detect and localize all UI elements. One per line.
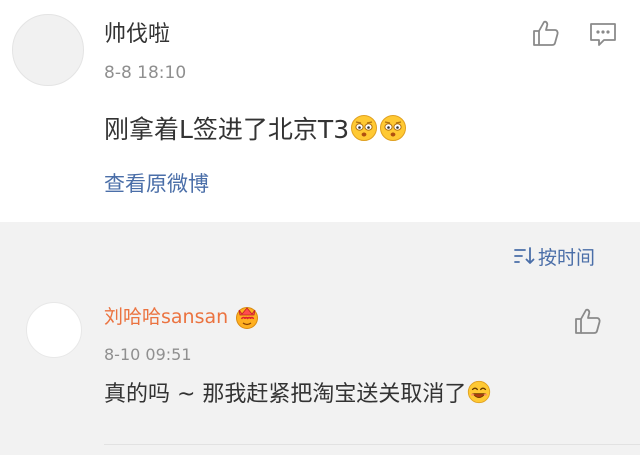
- laughing-face-icon: [468, 380, 491, 404]
- divider: [104, 444, 640, 445]
- post-time: 8-8 18:10: [104, 63, 187, 83]
- comment-time: 8-10 09:51: [104, 345, 192, 364]
- avatar[interactable]: [12, 14, 84, 86]
- thumbs-up-icon[interactable]: [572, 306, 602, 336]
- sort-by-time-button[interactable]: 按时间: [512, 242, 595, 270]
- comment-user[interactable]: 刘哈哈sansan: [104, 304, 260, 330]
- original-post-card: 帅伐啦 8-8 18:10 刚拿着L签进了北京T3 查看原微博: [0, 0, 640, 222]
- comment-icon[interactable]: [588, 20, 618, 48]
- comment-content: 真的吗 ~ 那我赶紧把淘宝送关取消了: [104, 380, 491, 410]
- scared-face-icon: [351, 115, 378, 141]
- avatar[interactable]: [26, 302, 82, 358]
- post-content-text: 刚拿着L签进了北京T3: [104, 115, 350, 144]
- sort-label: 按时间: [538, 246, 596, 269]
- post-content: 刚拿着L签进了北京T3: [104, 112, 407, 148]
- comment-content-text: 真的吗 ~ 那我赶紧把淘宝送关取消了: [104, 382, 467, 407]
- post-username[interactable]: 帅伐啦: [104, 20, 170, 50]
- view-original-link[interactable]: 查看原微博: [104, 170, 209, 198]
- comment-item: 刘哈哈sansan 8-10 09:51 真的吗 ~ 那我赶紧把淘宝送关取消了: [0, 290, 640, 445]
- crown-badge-icon: [236, 307, 259, 329]
- thumbs-up-icon[interactable]: [530, 18, 560, 48]
- sort-icon: [514, 247, 535, 264]
- comment-username[interactable]: 刘哈哈sansan: [104, 304, 228, 330]
- scared-face-icon: [380, 115, 407, 141]
